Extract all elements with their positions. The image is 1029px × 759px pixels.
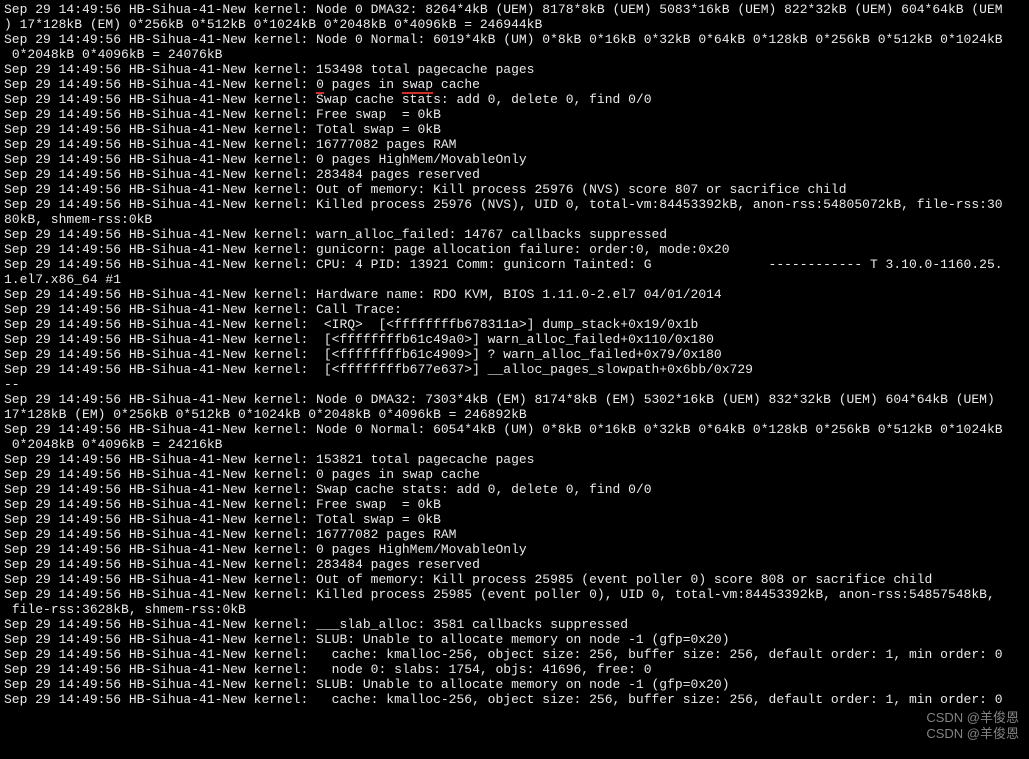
log-line: Sep 29 14:49:56 HB-Sihua-41-New kernel: … [4, 662, 1025, 677]
log-line: Sep 29 14:49:56 HB-Sihua-41-New kernel: … [4, 572, 1025, 587]
log-line: Sep 29 14:49:56 HB-Sihua-41-New kernel: … [4, 467, 1025, 482]
log-line: Sep 29 14:49:56 HB-Sihua-41-New kernel: … [4, 182, 1025, 197]
log-line: Sep 29 14:49:56 HB-Sihua-41-New kernel: … [4, 677, 1025, 692]
log-line-wrap: 17*128kB (EM) 0*256kB 0*512kB 0*1024kB 0… [4, 407, 1025, 422]
log-line-wrap: 0*2048kB 0*4096kB = 24076kB [4, 47, 1025, 62]
log-line: Sep 29 14:49:56 HB-Sihua-41-New kernel: … [4, 692, 1025, 707]
log-line: Sep 29 14:49:56 HB-Sihua-41-New kernel: … [4, 422, 1025, 437]
log-line: Sep 29 14:49:56 HB-Sihua-41-New kernel: … [4, 2, 1025, 17]
log-line: Sep 29 14:49:56 HB-Sihua-41-New kernel: … [4, 587, 1025, 602]
log-line: Sep 29 14:49:56 HB-Sihua-41-New kernel: … [4, 482, 1025, 497]
log-line: Sep 29 14:49:56 HB-Sihua-41-New kernel: … [4, 362, 1025, 377]
log-line: Sep 29 14:49:56 HB-Sihua-41-New kernel: … [4, 137, 1025, 152]
log-line: Sep 29 14:49:56 HB-Sihua-41-New kernel: … [4, 332, 1025, 347]
log-line: Sep 29 14:49:56 HB-Sihua-41-New kernel: … [4, 257, 1025, 272]
terminal-log: Sep 29 14:49:56 HB-Sihua-41-New kernel: … [0, 0, 1029, 709]
log-line: Sep 29 14:49:56 HB-Sihua-41-New kernel: … [4, 107, 1025, 122]
log-line-wrap: file-rss:3628kB, shmem-rss:0kB [4, 602, 1025, 617]
log-line: Sep 29 14:49:56 HB-Sihua-41-New kernel: … [4, 167, 1025, 182]
log-line-wrap: 0*2048kB 0*4096kB = 24216kB [4, 437, 1025, 452]
log-line: Sep 29 14:49:56 HB-Sihua-41-New kernel: … [4, 347, 1025, 362]
log-line-wrap: ) 17*128kB (EM) 0*256kB 0*512kB 0*1024kB… [4, 17, 1025, 32]
log-line: Sep 29 14:49:56 HB-Sihua-41-New kernel: … [4, 92, 1025, 107]
log-line: Sep 29 14:49:56 HB-Sihua-41-New kernel: … [4, 452, 1025, 467]
log-line: Sep 29 14:49:56 HB-Sihua-41-New kernel: … [4, 242, 1025, 257]
watermark-top: CSDN @羊俊恩 [926, 710, 1019, 725]
log-line: Sep 29 14:49:56 HB-Sihua-41-New kernel: … [4, 542, 1025, 557]
log-line: Sep 29 14:49:56 HB-Sihua-41-New kernel: … [4, 152, 1025, 167]
log-line: Sep 29 14:49:56 HB-Sihua-41-New kernel: … [4, 227, 1025, 242]
watermark-bottom: CSDN @羊俊恩 [926, 726, 1019, 741]
log-line: Sep 29 14:49:56 HB-Sihua-41-New kernel: … [4, 497, 1025, 512]
log-line: Sep 29 14:49:56 HB-Sihua-41-New kernel: … [4, 392, 1025, 407]
log-line: Sep 29 14:49:56 HB-Sihua-41-New kernel: … [4, 287, 1025, 302]
log-line: Sep 29 14:49:56 HB-Sihua-41-New kernel: … [4, 317, 1025, 332]
log-line: Sep 29 14:49:56 HB-Sihua-41-New kernel: … [4, 122, 1025, 137]
log-separator: -- [4, 377, 1025, 392]
log-line: Sep 29 14:49:56 HB-Sihua-41-New kernel: … [4, 197, 1025, 212]
log-line-wrap: 80kB, shmem-rss:0kB [4, 212, 1025, 227]
log-line: Sep 29 14:49:56 HB-Sihua-41-New kernel: … [4, 632, 1025, 647]
log-line: Sep 29 14:49:56 HB-Sihua-41-New kernel: … [4, 512, 1025, 527]
log-line-highlighted: Sep 29 14:49:56 HB-Sihua-41-New kernel: … [4, 77, 1025, 92]
log-line: Sep 29 14:49:56 HB-Sihua-41-New kernel: … [4, 302, 1025, 317]
log-line: Sep 29 14:49:56 HB-Sihua-41-New kernel: … [4, 617, 1025, 632]
log-line: Sep 29 14:49:56 HB-Sihua-41-New kernel: … [4, 32, 1025, 47]
log-line-wrap: 1.el7.x86_64 #1 [4, 272, 1025, 287]
log-line: Sep 29 14:49:56 HB-Sihua-41-New kernel: … [4, 527, 1025, 542]
log-line: Sep 29 14:49:56 HB-Sihua-41-New kernel: … [4, 647, 1025, 662]
log-line: Sep 29 14:49:56 HB-Sihua-41-New kernel: … [4, 557, 1025, 572]
log-line: Sep 29 14:49:56 HB-Sihua-41-New kernel: … [4, 62, 1025, 77]
